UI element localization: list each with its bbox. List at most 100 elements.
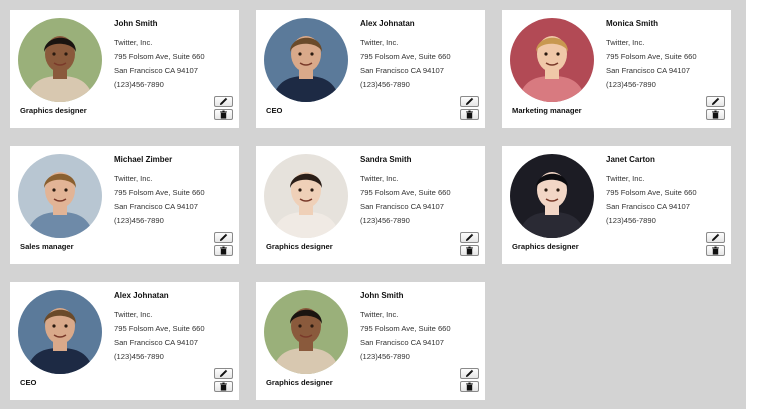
pencil-icon — [465, 97, 474, 106]
contact-card: Janet Carton Twitter, Inc. 795 Folsom Av… — [502, 146, 731, 264]
contact-city: San Francisco CA 94107 — [114, 202, 199, 211]
contact-city: San Francisco CA 94107 — [606, 66, 691, 75]
contact-city: San Francisco CA 94107 — [114, 66, 199, 75]
contact-address: 795 Folsom Ave, Suite 660 — [360, 188, 451, 197]
contact-card: John Smith Twitter, Inc. 795 Folsom Ave,… — [10, 10, 239, 128]
contact-phone: (123)456-7890 — [606, 80, 656, 89]
contact-role: Sales manager — [20, 242, 74, 251]
edit-button[interactable] — [214, 368, 233, 379]
contact-info: Twitter, Inc. 795 Folsom Ave, Suite 660 … — [606, 172, 697, 228]
avatar — [18, 18, 102, 102]
pencil-icon — [711, 233, 720, 242]
contact-role: Graphics designer — [266, 242, 333, 251]
contact-phone: (123)456-7890 — [360, 80, 410, 89]
avatar — [18, 154, 102, 238]
contact-address: 795 Folsom Ave, Suite 660 — [114, 188, 205, 197]
contact-name: John Smith — [360, 291, 404, 300]
contact-card: Michael Zimber Twitter, Inc. 795 Folsom … — [10, 146, 239, 264]
contact-name: Michael Zimber — [114, 155, 173, 164]
edit-button[interactable] — [460, 368, 479, 379]
edit-button[interactable] — [706, 232, 725, 243]
contact-info: Twitter, Inc. 795 Folsom Ave, Suite 660 … — [360, 172, 451, 228]
contact-name: Monica Smith — [606, 19, 659, 28]
trash-icon — [711, 110, 720, 119]
contact-address: 795 Folsom Ave, Suite 660 — [114, 324, 205, 333]
contact-info: Twitter, Inc. 795 Folsom Ave, Suite 660 … — [360, 308, 451, 364]
delete-button[interactable] — [706, 109, 725, 120]
edit-button[interactable] — [706, 96, 725, 107]
trash-icon — [465, 110, 474, 119]
trash-icon — [711, 246, 720, 255]
contact-phone: (123)456-7890 — [114, 352, 164, 361]
contact-phone: (123)456-7890 — [360, 216, 410, 225]
contact-address: 795 Folsom Ave, Suite 660 — [114, 52, 205, 61]
trash-icon — [465, 246, 474, 255]
contact-role: Graphics designer — [266, 378, 333, 387]
contact-address: 795 Folsom Ave, Suite 660 — [606, 188, 697, 197]
contact-city: San Francisco CA 94107 — [360, 202, 445, 211]
delete-button[interactable] — [214, 245, 233, 256]
delete-button[interactable] — [460, 109, 479, 120]
contact-company: Twitter, Inc. — [606, 38, 645, 47]
contact-city: San Francisco CA 94107 — [360, 338, 445, 347]
contact-role: Marketing manager — [512, 106, 582, 115]
pencil-icon — [219, 233, 228, 242]
contact-city: San Francisco CA 94107 — [606, 202, 691, 211]
pencil-icon — [219, 97, 228, 106]
contact-phone: (123)456-7890 — [360, 352, 410, 361]
contact-city: San Francisco CA 94107 — [114, 338, 199, 347]
contact-role: Graphics designer — [20, 106, 87, 115]
contact-company: Twitter, Inc. — [360, 310, 399, 319]
avatar — [510, 18, 594, 102]
trash-icon — [465, 382, 474, 391]
delete-button[interactable] — [460, 245, 479, 256]
contacts-grid: John Smith Twitter, Inc. 795 Folsom Ave,… — [0, 0, 746, 409]
contact-card: John Smith Twitter, Inc. 795 Folsom Ave,… — [256, 282, 485, 400]
trash-icon — [219, 110, 228, 119]
contact-address: 795 Folsom Ave, Suite 660 — [606, 52, 697, 61]
contact-info: Twitter, Inc. 795 Folsom Ave, Suite 660 … — [360, 36, 451, 92]
contact-company: Twitter, Inc. — [360, 38, 399, 47]
contact-info: Twitter, Inc. 795 Folsom Ave, Suite 660 … — [114, 36, 205, 92]
contact-card: Alex Johnatan Twitter, Inc. 795 Folsom A… — [10, 282, 239, 400]
delete-button[interactable] — [214, 381, 233, 392]
contact-role: Graphics designer — [512, 242, 579, 251]
contact-info: Twitter, Inc. 795 Folsom Ave, Suite 660 … — [114, 172, 205, 228]
avatar — [18, 290, 102, 374]
contact-name: Alex Johnatan — [360, 19, 415, 28]
contact-role: CEO — [266, 106, 283, 115]
contact-info: Twitter, Inc. 795 Folsom Ave, Suite 660 … — [606, 36, 697, 92]
contact-name: Janet Carton — [606, 155, 655, 164]
contact-address: 795 Folsom Ave, Suite 660 — [360, 52, 451, 61]
pencil-icon — [465, 233, 474, 242]
edit-button[interactable] — [214, 96, 233, 107]
pencil-icon — [465, 369, 474, 378]
avatar — [264, 154, 348, 238]
contact-address: 795 Folsom Ave, Suite 660 — [360, 324, 451, 333]
avatar — [264, 290, 348, 374]
contact-info: Twitter, Inc. 795 Folsom Ave, Suite 660 … — [114, 308, 205, 364]
contact-name: Sandra Smith — [360, 155, 412, 164]
contact-company: Twitter, Inc. — [360, 174, 399, 183]
pencil-icon — [219, 369, 228, 378]
avatar — [510, 154, 594, 238]
delete-button[interactable] — [214, 109, 233, 120]
edit-button[interactable] — [460, 96, 479, 107]
contact-phone: (123)456-7890 — [606, 216, 656, 225]
contact-company: Twitter, Inc. — [606, 174, 645, 183]
contact-phone: (123)456-7890 — [114, 80, 164, 89]
contact-company: Twitter, Inc. — [114, 310, 153, 319]
trash-icon — [219, 246, 228, 255]
contact-city: San Francisco CA 94107 — [360, 66, 445, 75]
pencil-icon — [711, 97, 720, 106]
edit-button[interactable] — [214, 232, 233, 243]
contact-name: John Smith — [114, 19, 158, 28]
contact-card: Sandra Smith Twitter, Inc. 795 Folsom Av… — [256, 146, 485, 264]
delete-button[interactable] — [706, 245, 725, 256]
contact-phone: (123)456-7890 — [114, 216, 164, 225]
edit-button[interactable] — [460, 232, 479, 243]
trash-icon — [219, 382, 228, 391]
contact-company: Twitter, Inc. — [114, 174, 153, 183]
avatar — [264, 18, 348, 102]
delete-button[interactable] — [460, 381, 479, 392]
